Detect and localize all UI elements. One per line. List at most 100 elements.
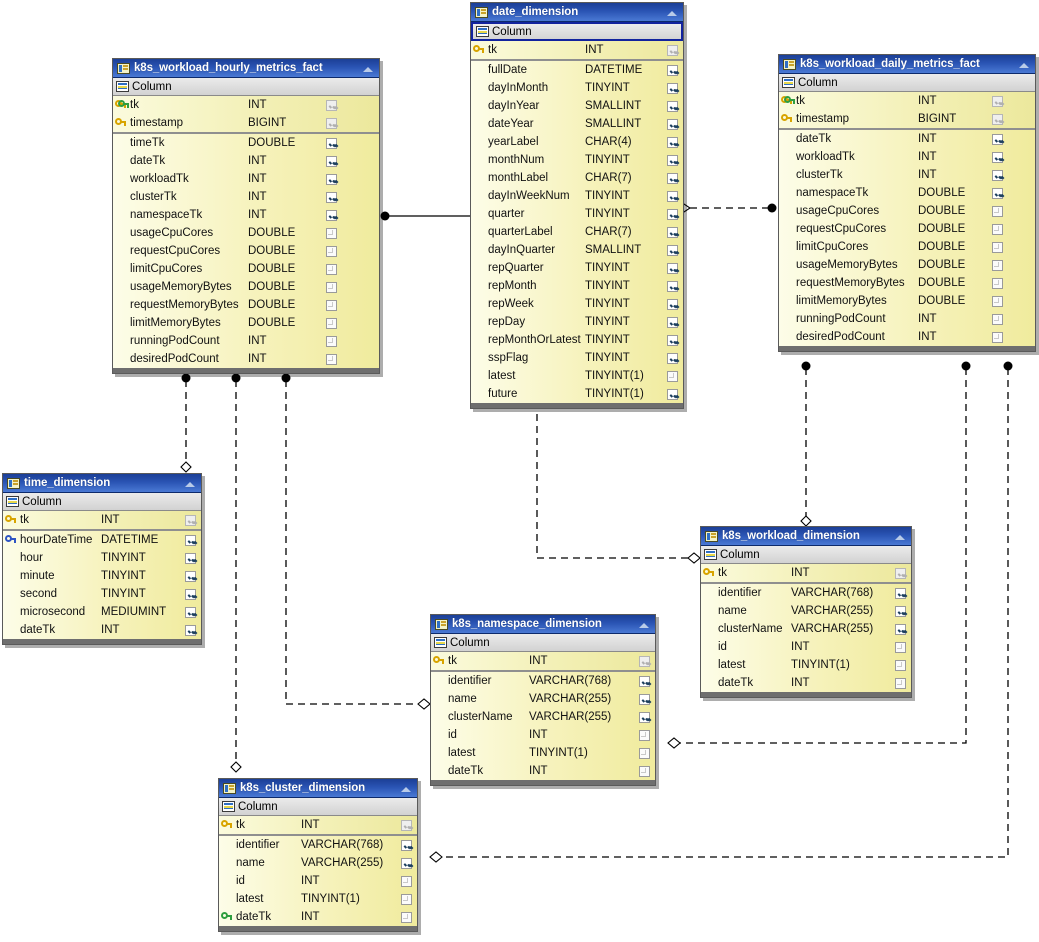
column-row[interactable]: requestMemoryBytes DOUBLE [779,274,1035,292]
column-row[interactable]: dateTk INT [779,130,1035,148]
connector-date-to-daily[interactable] [677,203,777,213]
column-notnull-checkbox[interactable] [661,64,683,76]
table-k8s_namespace_dimension[interactable]: k8s_namespace_dimension Column tk INT identi… [430,614,656,786]
collapse-chevron-icon[interactable] [361,63,376,74]
column-notnull-checkbox[interactable] [179,606,201,618]
connector-date-to-workload[interactable] [536,414,701,564]
table-k8s_workload_hourly_metrics_fact[interactable]: k8s_workload_hourly_metrics_fact Column tk… [112,58,380,374]
column-notnull-checkbox[interactable] [179,514,201,526]
column-row[interactable]: quarter TINYINT [471,205,683,223]
column-row[interactable]: identifier VARCHAR(768) [431,672,655,690]
column-notnull-checkbox[interactable] [986,205,1008,217]
column-notnull-checkbox[interactable] [395,893,417,905]
column-notnull-checkbox[interactable] [395,911,417,923]
column-notnull-checkbox[interactable] [179,552,201,564]
column-row[interactable]: minute TINYINT [3,567,201,585]
column-notnull-checkbox[interactable] [320,245,342,257]
column-row[interactable]: tk INT [779,92,1035,110]
column-notnull-checkbox[interactable] [179,624,201,636]
column-notnull-checkbox[interactable] [320,317,342,329]
column-notnull-checkbox[interactable] [661,44,683,56]
table-title-bar[interactable]: k8s_workload_daily_metrics_fact [779,55,1035,74]
column-notnull-checkbox[interactable] [633,655,655,667]
column-notnull-checkbox[interactable] [320,155,342,167]
connector-hourly-to-cluster[interactable] [230,373,242,773]
column-row[interactable]: namespaceTk DOUBLE [779,184,1035,202]
column-notnull-checkbox[interactable] [395,819,417,831]
column-row[interactable]: quarterLabel CHAR(7) [471,223,683,241]
column-notnull-checkbox[interactable] [661,118,683,130]
column-notnull-checkbox[interactable] [661,82,683,94]
column-notnull-checkbox[interactable] [986,169,1008,181]
column-row[interactable]: latest TINYINT(1) [219,890,417,908]
column-notnull-checkbox[interactable] [986,331,1008,343]
column-row[interactable]: tk INT [471,41,683,59]
column-notnull-checkbox[interactable] [661,190,683,202]
column-notnull-checkbox[interactable] [179,570,201,582]
column-row[interactable]: dateTk INT [431,762,655,780]
column-row[interactable]: dateYear SMALLINT [471,115,683,133]
connector-daily-to-workload[interactable] [800,361,812,527]
column-notnull-checkbox[interactable] [661,388,683,400]
column-section-header[interactable]: Column [113,78,379,96]
column-notnull-checkbox[interactable] [320,99,342,111]
column-row[interactable]: usageCpuCores DOUBLE [113,224,379,242]
table-date_dimension[interactable]: date_dimension Column tk INT fullDate DATETIM… [470,2,684,409]
column-notnull-checkbox[interactable] [633,747,655,759]
column-notnull-checkbox[interactable] [661,352,683,364]
column-notnull-checkbox[interactable] [320,227,342,239]
column-notnull-checkbox[interactable] [661,100,683,112]
column-notnull-checkbox[interactable] [661,280,683,292]
column-row[interactable]: name VARCHAR(255) [431,690,655,708]
collapse-chevron-icon[interactable] [665,7,680,18]
table-title-bar[interactable]: k8s_workload_hourly_metrics_fact [113,59,379,78]
column-row[interactable]: dayInMonth TINYINT [471,79,683,97]
column-notnull-checkbox[interactable] [633,711,655,723]
table-title-bar[interactable]: time_dimension [3,474,201,493]
column-row[interactable]: dayInQuarter SMALLINT [471,241,683,259]
column-row[interactable]: usageCpuCores DOUBLE [779,202,1035,220]
column-notnull-checkbox[interactable] [889,677,911,689]
column-row[interactable]: latest TINYINT(1) [471,367,683,385]
column-row[interactable]: workloadTk INT [113,170,379,188]
column-row[interactable]: yearLabel CHAR(4) [471,133,683,151]
table-title-bar[interactable]: k8s_workload_dimension [701,527,911,546]
column-row[interactable]: clusterTk INT [779,166,1035,184]
column-notnull-checkbox[interactable] [320,137,342,149]
column-row[interactable]: repQuarter TINYINT [471,259,683,277]
column-row[interactable]: dateTk INT [219,908,417,926]
column-row[interactable]: id INT [431,726,655,744]
collapse-chevron-icon[interactable] [399,783,414,794]
table-title-bar[interactable]: k8s_namespace_dimension [431,615,655,634]
column-row[interactable]: sspFlag TINYINT [471,349,683,367]
column-notnull-checkbox[interactable] [986,241,1008,253]
column-notnull-checkbox[interactable] [986,113,1008,125]
column-notnull-checkbox[interactable] [320,209,342,221]
column-row[interactable]: usageMemoryBytes DOUBLE [779,256,1035,274]
column-row[interactable]: name VARCHAR(255) [219,854,417,872]
column-row[interactable]: requestMemoryBytes DOUBLE [113,296,379,314]
column-row[interactable]: identifier VARCHAR(768) [219,836,417,854]
column-row[interactable]: dateTk INT [113,152,379,170]
collapse-chevron-icon[interactable] [183,478,198,489]
table-title-bar[interactable]: k8s_cluster_dimension [219,779,417,798]
column-notnull-checkbox[interactable] [395,875,417,887]
column-row[interactable]: requestCpuCores DOUBLE [113,242,379,260]
column-notnull-checkbox[interactable] [986,295,1008,307]
column-row[interactable]: timeTk DOUBLE [113,134,379,152]
table-time_dimension[interactable]: time_dimension Column tk INT hourDateTime DAT… [2,473,202,645]
column-row[interactable]: runningPodCount INT [779,310,1035,328]
column-notnull-checkbox[interactable] [320,353,342,365]
column-row[interactable]: dateTk INT [3,621,201,639]
column-notnull-checkbox[interactable] [320,335,342,347]
column-notnull-checkbox[interactable] [986,187,1008,199]
column-notnull-checkbox[interactable] [661,136,683,148]
column-notnull-checkbox[interactable] [320,299,342,311]
collapse-chevron-icon[interactable] [893,531,908,542]
column-row[interactable]: tk INT [219,816,417,834]
column-row[interactable]: usageMemoryBytes DOUBLE [113,278,379,296]
column-notnull-checkbox[interactable] [633,729,655,741]
column-notnull-checkbox[interactable] [661,262,683,274]
column-notnull-checkbox[interactable] [661,208,683,220]
column-notnull-checkbox[interactable] [633,693,655,705]
